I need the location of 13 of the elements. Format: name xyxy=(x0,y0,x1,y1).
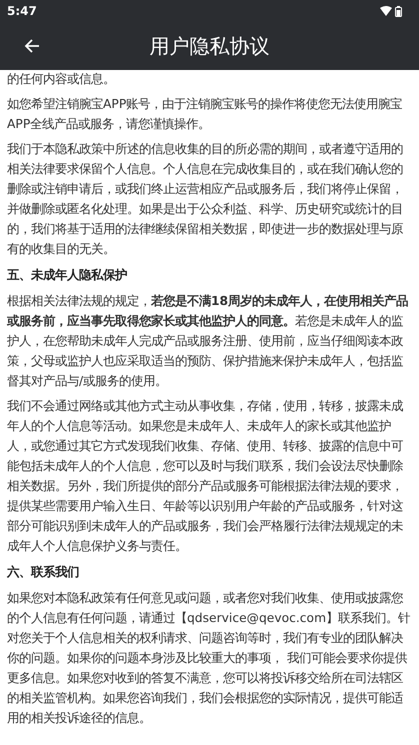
section-heading: 六、联系我们 xyxy=(7,564,80,581)
paragraph: 的任何内容或信息。 xyxy=(7,71,116,88)
section-heading: 五、未成年人隐私保护 xyxy=(7,267,128,284)
page-title: 用户隐私协议 xyxy=(150,33,270,60)
wifi-icon xyxy=(380,6,392,16)
paragraph: 我们不会通过网络或其他方式主动从事收集，存储，使用，转移，披露未成年人的个人信息等活动。如果您是未成年人、未成年人的家长或其他监护人，或您通过其它方式发现我们收集、存储、使用、转移、披露的信息中可能包括未成年人的个人信息，您可以及时与我们联系，我们会设法尽快删除相关数据。另外，我们所提供的部分产品或服务可能根据法律法规的要求，提供某些需要用户输入生日、年龄等以识别用户年龄的产品或服务，针对这部分可能识别到未成年人的产品或服务，我们会严格履行法律法规规定的未成年人个人信息保护义务与责任。 xyxy=(7,398,404,555)
paragraph: 如果您对本隐私政策有任何意见或问题，或者您对我们收集、使用或披露您的个人信息有任何问题，请通过【qdservice@qevoc.com】联系我们。针对您关于个人信息相关的权利请求、问题咨询等时，我们有专业的团队解决你的问题。如果你的问题本身涉及比较重大的事项， 我们可能会要求你提供更多信息。如果您对收到的答复不满意，您可以将投诉移交给所在司法辖区的相关监管机构。如果您咨询我们，我们会根据您的实际情况，提供可能适用的相关投诉途径的信息。 xyxy=(7,590,412,727)
back-arrow-icon xyxy=(24,38,40,54)
battery-icon xyxy=(395,6,402,16)
paragraph: 根据相关法律法规的规定，若您是不满18周岁的未成年人，在使用相关产品或服务前，应当事先取得您家长或其他监护人的同意。若您是未成年人的监护人，在您帮助未成年人完成产品或服务注册、使用前，应当仔细阅读本政策，父母或监护人也应采取适当的预防、保护措施来保护未成年人，包括监督其对产品与/或服务的使用。 xyxy=(7,293,410,390)
paragraph: 我们于本隐私政策中所述的信息收集的目的所必需的期间，或者遵守适用的相关法律要求保留个人信息。个人信息在完成收集目的，或在我们确认您的删除或注销申请后，或我们终止运营相应产品或服务后，我们将停止保留，并做删除或匿名化处理。如果是出于公众利益、科学、历史研究或统计的目的，我们将基于适用的法律继续保留相关数据，即使进一步的数据处理与原有的收集目的无关。 xyxy=(7,141,404,258)
paragraph: 如您希望注销腕宝APP账号，由于注销腕宝账号的操作将使您无法使用腕宝APP全线产品或服务，请您谨慎操作。 xyxy=(7,96,404,133)
status-time: 5:47 xyxy=(7,3,37,20)
